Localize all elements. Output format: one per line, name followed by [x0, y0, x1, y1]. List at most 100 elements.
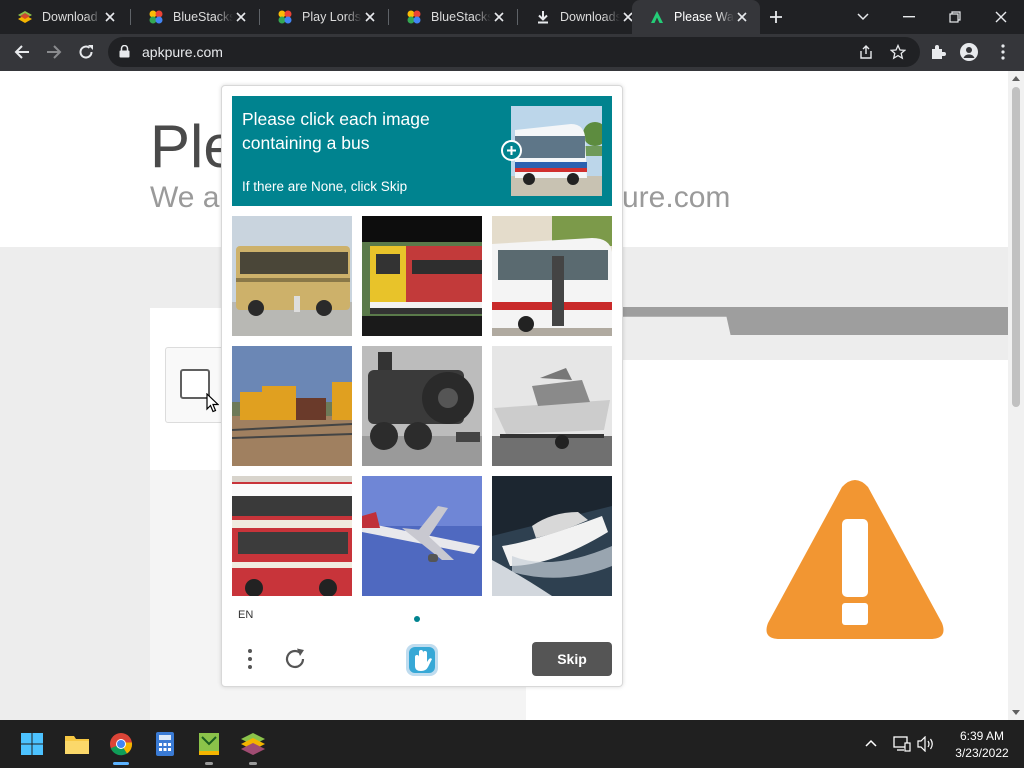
expand-example-icon[interactable] — [501, 140, 522, 161]
forward-arrow-icon — [47, 45, 62, 59]
minimize-icon — [903, 16, 915, 18]
close-tab-icon[interactable] — [233, 9, 249, 25]
refresh-icon — [285, 648, 305, 669]
challenge-tile[interactable] — [362, 346, 482, 466]
clock-date[interactable]: 3/23/2022 — [940, 746, 1024, 760]
bluestacks-icon — [241, 733, 265, 755]
kebab-menu-icon — [248, 649, 252, 669]
page-subtitle: We ar — [150, 181, 230, 214]
restore-button[interactable] — [932, 0, 978, 34]
chrome-icon — [110, 733, 133, 756]
chevron-down-icon — [857, 13, 869, 21]
language-selector[interactable]: EN — [238, 609, 253, 621]
close-icon — [995, 11, 1007, 23]
lock-icon[interactable] — [119, 44, 130, 63]
forward-button[interactable] — [40, 38, 68, 66]
kebab-menu-icon — [1001, 44, 1005, 60]
challenge-tile[interactable] — [492, 476, 612, 596]
download-icon — [535, 9, 551, 25]
tab-label: Please Wai — [674, 10, 734, 24]
tab-label: Downloads — [560, 10, 620, 24]
challenge-image-grid — [232, 216, 612, 596]
browser-menu-button[interactable] — [989, 38, 1017, 66]
tab-label: BlueStacks — [173, 10, 233, 24]
chevron-up-icon[interactable] — [864, 736, 878, 750]
clock-time[interactable]: 6:39 AM — [940, 729, 1024, 743]
running-app-indicator — [205, 762, 213, 765]
tab-label: BlueStacks — [431, 10, 491, 24]
apkpure-icon — [649, 9, 665, 25]
tab-bluestacks-1[interactable]: BlueStacks — [131, 0, 259, 34]
tab-search-button[interactable] — [840, 0, 886, 34]
hcaptcha-logo-icon[interactable] — [404, 642, 440, 678]
new-tab-button[interactable] — [766, 7, 786, 27]
active-app-indicator — [113, 762, 129, 765]
address-bar[interactable]: apkpure.com — [108, 37, 920, 67]
close-tab-icon[interactable] — [491, 9, 507, 25]
refresh-challenge-button[interactable] — [280, 644, 310, 674]
close-tab-icon[interactable] — [102, 9, 118, 25]
share-icon[interactable] — [855, 41, 877, 63]
tab-please-wait[interactable]: Please Wai — [632, 0, 760, 34]
scroll-down-arrow-icon — [1012, 710, 1020, 715]
scroll-up-arrow-icon — [1012, 76, 1020, 81]
back-button[interactable] — [8, 38, 36, 66]
puzzle-icon — [932, 45, 946, 59]
bluestacks-x-button[interactable] — [194, 729, 224, 759]
challenge-prompt: Please click each image containing a bus — [242, 109, 430, 153]
close-tab-icon[interactable] — [362, 9, 378, 25]
mouse-cursor-icon — [206, 393, 219, 413]
windows-taskbar: 6:39 AM 3/23/2022 — [0, 720, 1024, 768]
challenge-tile[interactable] — [232, 346, 352, 466]
start-icon — [21, 733, 43, 755]
challenge-header: Please click each image containing a bus… — [232, 96, 612, 206]
avatar-icon — [960, 43, 978, 61]
running-app-indicator — [249, 762, 257, 765]
tab-label: Download I — [42, 10, 102, 24]
warning-icon — [766, 480, 944, 639]
bluestacks-button[interactable] — [238, 729, 268, 759]
challenge-tile[interactable] — [362, 476, 482, 596]
file-explorer-button[interactable] — [62, 729, 92, 759]
minimize-button[interactable] — [886, 0, 932, 34]
challenge-tile[interactable] — [232, 476, 352, 596]
tab-strip: Download I BlueStacks Play Lords BlueSta… — [0, 0, 1024, 34]
restore-icon — [949, 11, 961, 23]
challenge-sub-prompt: If there are None, click Skip — [242, 179, 408, 194]
challenge-tile[interactable] — [492, 216, 612, 336]
calculator-button[interactable] — [150, 729, 180, 759]
hcaptcha-challenge: Please click each image containing a bus… — [221, 85, 623, 687]
scroll-thumb[interactable] — [1012, 87, 1020, 407]
example-image — [511, 106, 602, 196]
pagination-dot — [414, 616, 420, 622]
back-arrow-icon — [14, 45, 29, 59]
bluestacks-x-icon — [199, 733, 219, 755]
profile-button[interactable] — [955, 38, 983, 66]
bookmark-star-icon[interactable] — [887, 41, 909, 63]
reload-icon — [79, 45, 93, 59]
browser-toolbar: apkpure.com — [0, 34, 1024, 71]
chrome-button[interactable] — [106, 729, 136, 759]
page-scrollbar[interactable] — [1008, 71, 1024, 720]
page-subtitle-tail: ure.com — [622, 181, 731, 214]
start-button[interactable] — [17, 729, 47, 759]
close-window-button[interactable] — [978, 0, 1024, 34]
tab-bluestacks-2[interactable]: BlueStacks — [389, 0, 517, 34]
volume-icon[interactable] — [917, 736, 935, 752]
challenge-tile[interactable] — [232, 216, 352, 336]
reload-button[interactable] — [72, 38, 100, 66]
url-text: apkpure.com — [142, 44, 223, 60]
challenge-menu-button[interactable] — [242, 644, 258, 674]
bluestacks-layers-icon — [17, 9, 33, 25]
extensions-button[interactable] — [924, 38, 952, 66]
challenge-tile[interactable] — [362, 216, 482, 336]
file-explorer-icon — [65, 736, 89, 754]
tab-downloads[interactable]: Downloads — [518, 0, 646, 34]
close-tab-icon[interactable] — [734, 9, 750, 25]
challenge-tile[interactable] — [492, 346, 612, 466]
network-icon[interactable] — [893, 736, 911, 752]
tab-download[interactable]: Download I — [0, 0, 128, 34]
tab-play-lords[interactable]: Play Lords — [260, 0, 388, 34]
bluestacks-ball-icon — [406, 9, 422, 25]
skip-button[interactable]: Skip — [532, 642, 612, 676]
